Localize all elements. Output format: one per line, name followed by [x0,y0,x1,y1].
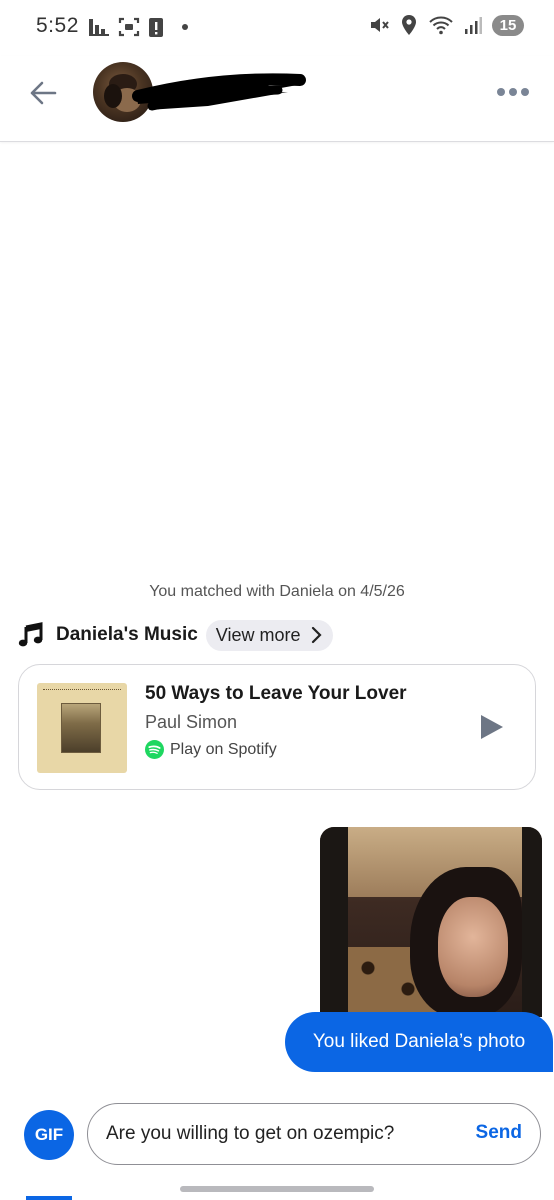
mute-icon [371,18,389,32]
status-left-icons [88,16,188,38]
location-icon [402,15,416,35]
chat-header [0,56,554,142]
battery-indicator: 15 [492,14,524,36]
play-icon[interactable] [479,713,505,741]
redacted-name-mark [132,73,306,111]
home-indicator[interactable] [180,1186,374,1192]
match-date-text: You matched with Daniela on 4/5/26 [149,583,405,600]
gif-button[interactable]: GIF [24,1110,74,1160]
spotify-label: Play on Spotify [170,740,277,758]
notification-dot-icon [182,24,188,30]
alert-icon [149,18,163,37]
more-options-button[interactable] [496,80,530,104]
song-card[interactable]: 50 Ways to Leave Your Lover Paul Simon P… [18,664,536,790]
arrow-left-icon [30,81,57,105]
more-horizontal-icon [497,88,505,96]
signal-icon [465,17,482,34]
send-button[interactable]: Send [476,1122,522,1144]
screenshot-icon [118,17,140,37]
song-artist: Paul Simon [145,712,238,732]
liked-photo-message-bubble[interactable]: You liked Daniela’s photo [285,1012,553,1072]
message-input[interactable] [106,1104,446,1163]
music-section-header: Daniela's Music View more [18,619,333,651]
play-on-spotify-link[interactable]: Play on Spotify [145,740,277,759]
status-time: 5:52 [36,14,79,37]
chevron-right-icon [311,626,322,644]
keyboard-peek [26,1196,72,1200]
liked-photo-thumbnail[interactable] [320,827,542,1017]
song-title: 50 Ways to Leave Your Lover [145,683,407,704]
liked-photo-message-text: You liked Daniela’s photo [312,1031,526,1052]
status-bar: 5:52 15 [0,0,554,56]
status-right-icons: 15 [368,14,524,36]
album-art [37,683,127,773]
view-more-label: View more [215,624,301,645]
message-composer: Send [87,1103,541,1165]
music-note-icon [18,622,43,647]
gif-label: GIF [34,1125,64,1144]
back-button[interactable] [26,76,60,110]
spotify-icon [145,740,164,759]
wifi-icon [429,16,453,35]
view-more-button[interactable]: View more [205,619,333,651]
bar-chart-icon [89,19,109,36]
music-section-title: Daniela's Music [56,624,198,645]
